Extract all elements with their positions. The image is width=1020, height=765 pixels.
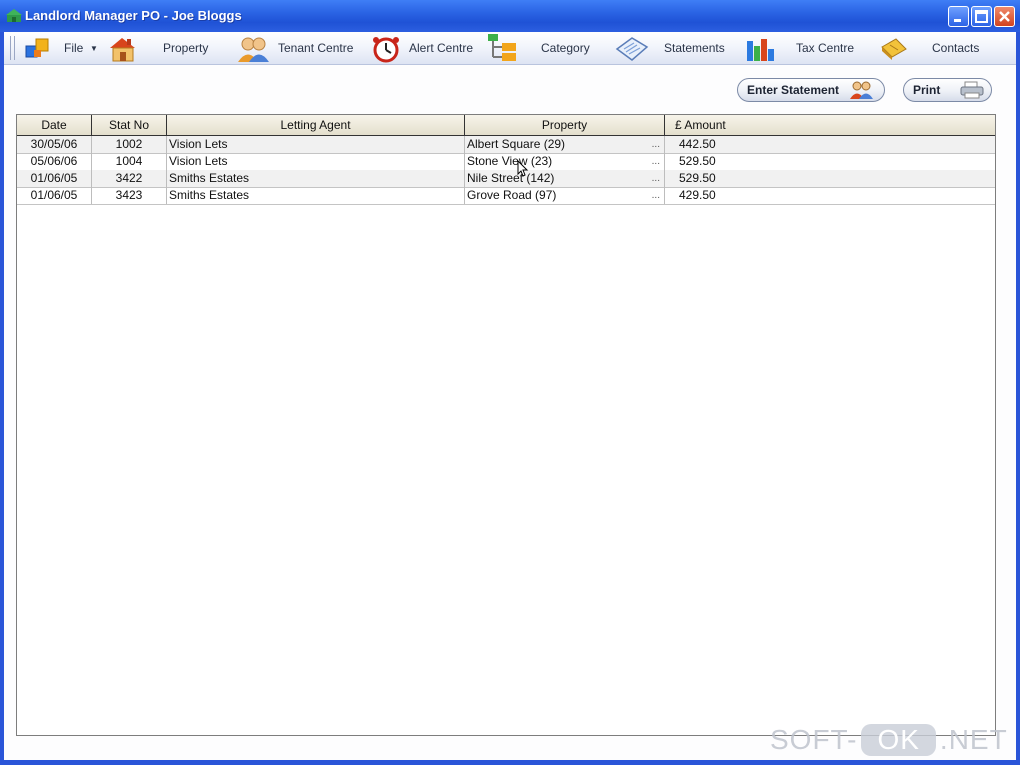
toolbar-contacts-label: Contacts	[932, 41, 980, 55]
cell-property-text: Albert Square (29)	[467, 137, 566, 151]
toolbar-alert-centre[interactable]: Alert Centre	[370, 32, 478, 64]
cell-letting-agent[interactable]: Smiths Estates	[167, 187, 465, 204]
statements-table[interactable]: Date Stat No Letting Agent Property £ Am…	[16, 114, 996, 736]
window-title: Landlord Manager PO - Joe Bloggs	[25, 8, 242, 23]
toolbar-tenant-centre-label: Tenant Centre	[278, 41, 354, 55]
table-header: Date Stat No Letting Agent Property £ Am…	[17, 115, 995, 136]
watermark: SOFT- OK .NET	[770, 724, 1008, 756]
file-dropdown-arrow-icon: ▼	[90, 44, 98, 53]
cell-property[interactable]: Nile Street (142)...	[465, 170, 665, 187]
alarm-clock-icon	[373, 37, 399, 63]
property-lookup-button[interactable]: ...	[652, 136, 660, 153]
toolbar-contacts[interactable]: Contacts	[878, 32, 988, 64]
maximize-icon	[975, 10, 988, 23]
cell-letting-agent[interactable]: Smiths Estates	[167, 170, 465, 187]
table-row[interactable]: 01/06/05 3423 Smiths Estates Grove Road …	[17, 187, 995, 205]
printer-icon	[960, 81, 984, 99]
watermark-right: .NET	[939, 724, 1008, 755]
toolbar-statements[interactable]: Statements	[614, 32, 729, 64]
print-label: Print	[913, 83, 941, 97]
table-row[interactable]: 30/05/06 1002 Vision Lets Albert Square …	[17, 136, 995, 154]
title-bar[interactable]: Landlord Manager PO - Joe Bloggs	[0, 0, 1020, 32]
property-lookup-button[interactable]: ...	[652, 153, 660, 170]
cell-property[interactable]: Stone View (23)...	[465, 153, 665, 170]
mouse-cursor-icon	[517, 160, 529, 177]
toolbar-property-label: Property	[163, 41, 209, 55]
column-header-letting-agent[interactable]: Letting Agent	[167, 115, 465, 135]
cell-amount[interactable]: 529.50	[665, 153, 995, 170]
cell-date[interactable]: 05/06/06	[17, 153, 92, 170]
cell-property[interactable]: Grove Road (97)...	[465, 187, 665, 204]
house-icon	[110, 38, 135, 62]
bar-chart-icon	[747, 39, 774, 61]
toolbar-property[interactable]: Property	[108, 32, 218, 64]
contacts-book-icon	[881, 38, 907, 60]
minimize-icon	[954, 19, 961, 22]
property-lookup-button[interactable]: ...	[652, 187, 660, 204]
toolbar-file[interactable]: File ▼	[24, 32, 102, 64]
close-icon	[999, 11, 1010, 22]
enter-statement-label: Enter Statement	[747, 83, 840, 97]
cell-property-text: Stone View (23)	[467, 154, 553, 168]
cell-letting-agent[interactable]: Vision Lets	[167, 136, 465, 153]
column-header-amount[interactable]: £ Amount	[665, 115, 995, 135]
cell-property[interactable]: Albert Square (29)...	[465, 136, 665, 153]
main-window: File ▼ Property Tenant Centre Alert Cent…	[4, 32, 1016, 760]
property-lookup-button[interactable]: ...	[652, 170, 660, 187]
print-button[interactable]: Print	[903, 78, 992, 102]
cell-amount[interactable]: 429.50	[665, 187, 995, 204]
people-icon	[850, 81, 873, 99]
watermark-mid: OK	[861, 724, 936, 756]
toolbar-statements-label: Statements	[664, 41, 725, 55]
cell-stat-no[interactable]: 1002	[92, 136, 167, 153]
enter-statement-button[interactable]: Enter Statement	[737, 78, 885, 102]
toolbar-category-label: Category	[541, 41, 590, 55]
maximize-button[interactable]	[971, 6, 992, 27]
toolbar-tenant-centre[interactable]: Tenant Centre	[236, 32, 361, 64]
cell-amount[interactable]: 529.50	[665, 170, 995, 187]
cell-property-text: Nile Street (142)	[467, 171, 555, 185]
app-icon	[6, 9, 22, 22]
toolbar-category[interactable]: Category	[486, 32, 596, 64]
table-row[interactable]: 01/06/05 3422 Smiths Estates Nile Street…	[17, 170, 995, 188]
cell-letting-agent[interactable]: Vision Lets	[167, 153, 465, 170]
main-toolbar: File ▼ Property Tenant Centre Alert Cent…	[4, 32, 1016, 65]
toolbar-tax-centre[interactable]: Tax Centre	[744, 32, 859, 64]
file-blocks-icon	[25, 38, 49, 58]
cell-stat-no[interactable]: 3423	[92, 187, 167, 204]
close-button[interactable]	[994, 6, 1015, 27]
cell-date[interactable]: 01/06/05	[17, 170, 92, 187]
cell-property-text: Grove Road (97)	[467, 188, 557, 202]
toolbar-tax-centre-label: Tax Centre	[796, 41, 855, 55]
toolbar-file-label: File	[64, 41, 84, 55]
cell-date[interactable]: 01/06/05	[17, 187, 92, 204]
toolbar-alert-centre-label: Alert Centre	[409, 41, 474, 55]
cell-amount[interactable]: 442.50	[665, 136, 995, 153]
column-header-date[interactable]: Date	[17, 115, 92, 135]
document-icon	[615, 37, 649, 61]
minimize-button[interactable]	[948, 6, 969, 27]
toolbar-grip[interactable]	[10, 36, 15, 60]
people-icon	[238, 37, 269, 62]
column-header-stat-no[interactable]: Stat No	[92, 115, 167, 135]
column-header-property[interactable]: Property	[465, 115, 665, 135]
cell-stat-no[interactable]: 3422	[92, 170, 167, 187]
category-tree-icon	[488, 34, 516, 61]
cell-date[interactable]: 30/05/06	[17, 136, 92, 153]
watermark-left: SOFT-	[770, 724, 858, 755]
table-row[interactable]: 05/06/06 1004 Vision Lets Stone View (23…	[17, 153, 995, 171]
cell-stat-no[interactable]: 1004	[92, 153, 167, 170]
